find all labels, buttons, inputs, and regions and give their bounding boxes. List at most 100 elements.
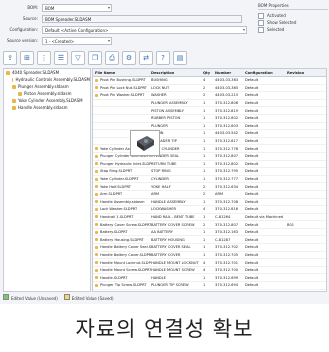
table-cell: 1 — [203, 116, 215, 120]
table-row[interactable]: Lock Washer.SLDPRT LOCKWASHER 4 370-312.816… — [93, 206, 326, 214]
checkbox[interactable] — [258, 26, 264, 33]
table-cell: B01 — [287, 223, 323, 227]
activated-option[interactable]: Activated — [258, 12, 328, 19]
bom-toolbar: ⇪ ⊞ ⋮ ☰ ▽ ❐ ⎙ ⚙ ⇄ ? ▤ — [3, 51, 187, 65]
part-icon — [95, 283, 98, 287]
cell-text: Default — [245, 146, 259, 151]
table-row[interactable]: Handle Mount Locknut.SLDPRT HANDLE MOUNT … — [93, 259, 326, 267]
cell-text: Default — [245, 78, 259, 83]
tree-node[interactable]: 4040 Spreader.SLDASM — [4, 69, 90, 76]
cell-text: Default via Machined — [245, 214, 284, 219]
table-row[interactable]: TIP PIN14403-03.542Default — [93, 130, 326, 138]
tree-node[interactable]: Piston Assembly.sldasm — [4, 90, 90, 97]
column-header[interactable]: File Name — [93, 71, 151, 75]
table-row[interactable]: Stop Ring.SLDPRT STOP RING 1 370-312.795 Def… — [93, 168, 326, 176]
print-icon[interactable]: ⎙ — [105, 51, 119, 65]
table-row[interactable]: Battery Housing.SLDPRT BATTERY HOUSING 1 C-… — [93, 236, 326, 245]
table-cell: 4403-03-363 — [215, 78, 245, 82]
table-row[interactable]: Plunger Tip Screw.SLDPRT PLUNGER TIP SCRE… — [93, 282, 326, 290]
checkbox[interactable] — [258, 12, 264, 19]
cell-text: 1 — [203, 199, 206, 204]
table-cell: C-81264 — [215, 215, 245, 219]
table-cell: Default — [245, 268, 287, 272]
cell-text: PLUNGER TIP — [151, 291, 174, 292]
table-row[interactable]: Pivot Pin Lock Nut.SLDPRT LOCK NUT 2 4403-0… — [93, 85, 326, 93]
filter-icon[interactable]: ▽ — [71, 51, 85, 65]
table-row[interactable]: Plunger Tip.SLDPRT PLUNGER TIP 1 370-312.69… — [93, 290, 326, 292]
help-icon[interactable]: ? — [156, 51, 170, 65]
table-row[interactable]: RUBBER PISTON 1 370-312.802 Default — [93, 115, 326, 123]
chevron-down-icon[interactable]: ▾ — [243, 27, 245, 32]
table-cell: Default — [245, 177, 287, 181]
table-cell: Default — [245, 223, 287, 227]
copy-icon[interactable]: ❐ — [88, 51, 102, 65]
show-selected-option[interactable]: Show Selected — [258, 19, 328, 26]
column-header[interactable]: Number — [215, 71, 245, 75]
column-header[interactable]: Revision — [287, 71, 323, 75]
table-row[interactable]: Handle Assembly.sldasm HANDLE ASSEMBLY 1 37… — [93, 199, 326, 207]
table-row[interactable]: Pivot Pin Washer.SLDPRT WASHER 2 4403-03-21… — [93, 92, 326, 100]
table-row[interactable]: Yoke Cylinder Assembly.SLDASMYOKE CYLIND… — [93, 145, 326, 153]
tree-node[interactable]: Yoke Cylinder Assembly.SLDASM — [4, 97, 90, 104]
table-row[interactable]: Handle Battery Cover.SLDPRT BATTERY COVER… — [93, 252, 326, 260]
cell-text: Handle Assembly.sldasm — [100, 199, 145, 204]
table-row[interactable]: PLUNGER ASSEMBLY 1 370-312.806 Default — [93, 100, 326, 108]
table-row[interactable]: Handle Mount Screw.SLDPRT HANDLE MOUNT SC… — [93, 267, 326, 275]
bom-value: BOM — [45, 5, 55, 11]
table-row[interactable]: Handrail 1.SLDPRT HAND RAIL - BENT TUBE 1 C… — [93, 214, 326, 222]
table-row[interactable]: Handle Battery Cover Seal.SLDPRTBATTERY … — [93, 244, 326, 252]
table-cell: PLUNGER TIP SCREW — [151, 283, 203, 287]
table-row[interactable]: PISTON ASSEMBLY 1 370-312.819 Default — [93, 107, 326, 115]
selected-option[interactable]: Selected — [258, 26, 328, 33]
cell-text: 1 — [203, 131, 206, 136]
table-row[interactable]: PLUNGER 1 370-312.803 Default — [93, 123, 326, 131]
cell-text: Default — [245, 199, 259, 204]
bom-field[interactable]: BOM ▾ — [42, 4, 112, 12]
table-row[interactable]: SPREADER TIP 1 370-312.817 Default — [93, 138, 326, 146]
table-row[interactable]: Battery.SLDPRT AA BATTERY 1 370-312.163 Defa… — [93, 229, 326, 237]
cell-text: Plunger Hydraulic Inlet.SLDPRT — [100, 161, 151, 166]
tree-icon[interactable]: ⋮ — [37, 51, 51, 65]
column-header[interactable]: Description — [151, 71, 203, 75]
table-row[interactable]: Yoke Half.SLDPRT YOKE HALF 2 370-312.634 Def… — [93, 183, 326, 191]
settings-icon[interactable]: ⚙ — [122, 51, 136, 65]
checkbox[interactable] — [258, 19, 264, 26]
table-row[interactable]: Plunger Cylinder Seal.SLDPRT CYLINDER SEA… — [93, 153, 326, 161]
cell-text: Default — [245, 222, 259, 227]
tree-node[interactable]: Hydraulic Controls Assembly.SLDASM — [4, 76, 90, 83]
expand-icon[interactable]: ⊞ — [20, 51, 34, 65]
source-version-select[interactable]: 1 - <Created> ▾ — [42, 37, 112, 45]
cell-text: RUBBER PISTON — [151, 116, 181, 121]
chevron-down-icon[interactable]: ▾ — [108, 38, 110, 43]
compare-icon[interactable]: ⇄ — [139, 51, 153, 65]
configuration-select[interactable]: Default <Active Configuration> ▾ — [42, 26, 247, 34]
table-row[interactable]: Yoke Cylinder.SLDPRT CYLINDER 1 370-312.777… — [93, 176, 326, 184]
column-header[interactable]: Configuration — [245, 71, 287, 75]
tree-node[interactable]: Plunger Assembly.sldasm — [4, 83, 90, 90]
cell-text: Pivot Pin Lock Nut.SLDPRT — [100, 85, 147, 90]
cell-text: 2 — [203, 222, 206, 227]
list-icon[interactable]: ☰ — [54, 51, 68, 65]
export-icon[interactable]: ⇪ — [3, 51, 17, 65]
cell-text: PLUNGER — [151, 123, 168, 128]
table-row[interactable]: Battery Cover Screw.SLDPRT BATTERY COVER … — [93, 221, 326, 229]
cell-text: 370-312.802 — [215, 116, 239, 121]
source-value: BOM Spreader.SLDASM — [45, 16, 92, 22]
cell-text: 4 — [203, 268, 206, 273]
part-icon — [95, 261, 98, 265]
table-row[interactable]: Pivot Pin Bushing.SLDPRT BUSHING 4 4403-03-… — [93, 77, 326, 85]
table-row[interactable]: Plunger Hydraulic Inlet.SLDPRT RETURN TUB… — [93, 161, 326, 169]
cell-text: 1 — [203, 123, 206, 128]
cell-text: Default — [245, 131, 259, 136]
table-row[interactable]: Arm.SLDPRT ARM 2 ARM Default — [93, 191, 326, 199]
tree-node[interactable]: Handle Assembly.sldasm — [4, 104, 90, 111]
table-row[interactable]: Handle.SLDPRT HANDLE 1 370-312.699 Default — [93, 274, 326, 283]
pdf-icon[interactable]: ▤ — [173, 51, 187, 65]
column-header[interactable]: Qty — [203, 71, 215, 75]
cell-text: ARM — [151, 192, 160, 197]
grid-header: File Name Description Qty Number Configu… — [93, 69, 326, 77]
chevron-down-icon[interactable]: ▾ — [108, 5, 110, 10]
legend-swatch — [3, 293, 9, 300]
table-cell: Arm.SLDPRT — [93, 192, 151, 196]
table-cell: 370-312.702 — [215, 245, 245, 249]
